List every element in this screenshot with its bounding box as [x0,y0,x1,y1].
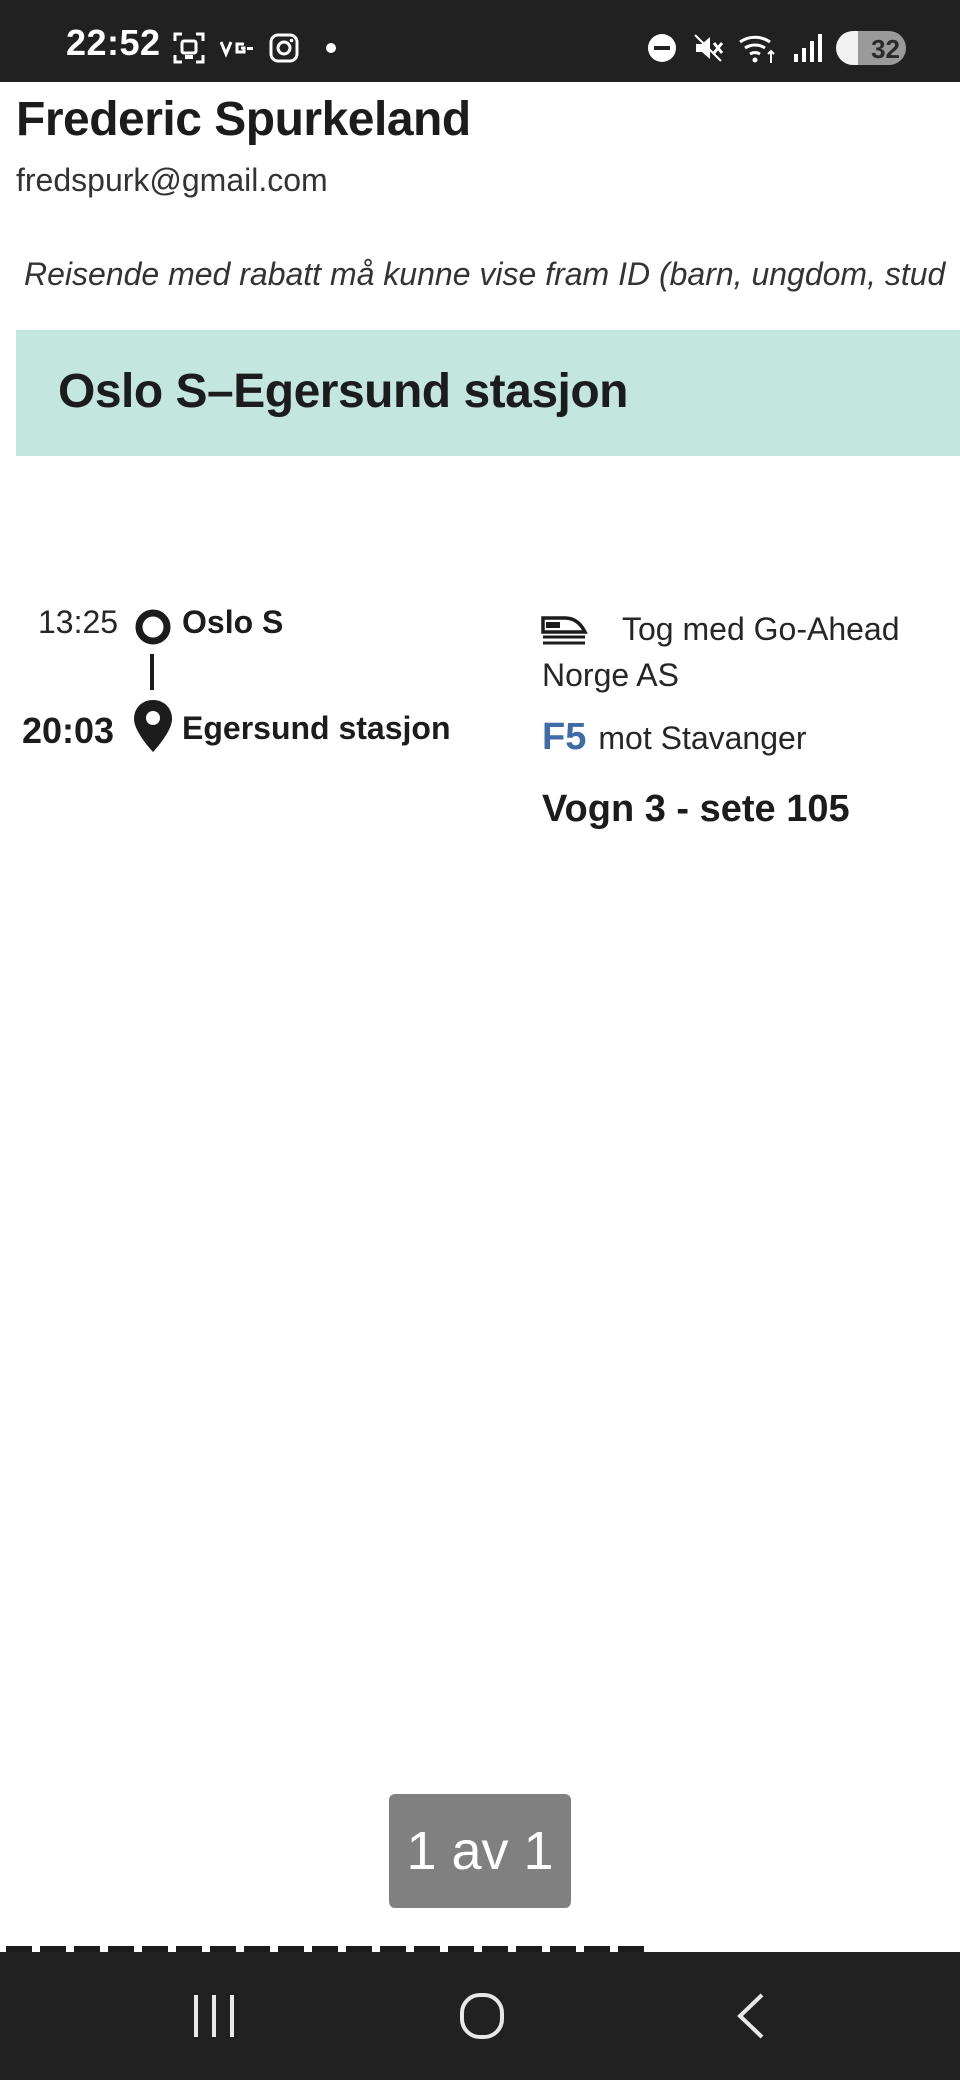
line-direction: mot Stavanger [598,720,807,756]
screenshot-icon [173,32,205,64]
notification-dot-icon [326,43,336,53]
arrival-time: 20:03 [22,710,115,751]
origin-station: Oslo S [182,604,284,640]
line-info: F5 mot Stavanger [542,716,806,759]
route-connector-line [150,654,154,690]
do-not-disturb-icon [648,34,676,62]
page-counter: 1 av 1 [389,1794,571,1908]
departure-time: 13:25 [38,604,119,640]
battery-icon: 32 [836,31,906,65]
discount-id-notice: Reisende med rabatt må kunne vise fram I… [24,256,946,292]
vg-icon [220,41,253,58]
wifi-icon [739,35,775,63]
origin-circle-icon [135,609,171,645]
system-nav-bar [0,1952,960,2080]
signal-icon [794,34,822,62]
seat-info: Vogn 3 - sete 105 [542,788,850,830]
instagram-icon [269,33,299,63]
status-time: 22:52 [66,22,161,63]
line-code: F5 [542,716,587,758]
destination-station: Egersund stasjon [182,710,451,746]
route-title: Oslo S–Egersund stasjon [58,365,628,418]
status-bar: 22:52 32 [0,0,960,82]
home-icon[interactable] [452,1986,512,2046]
mute-icon [694,34,724,62]
train-operator: Tog med Go-Ahead Norge AS [542,611,900,693]
passenger-email: fredspurk@gmail.com [16,162,328,198]
status-left-icons [172,30,348,66]
route-banner: Oslo S–Egersund stasjon [16,330,960,456]
back-icon[interactable] [722,1986,782,2046]
recents-icon[interactable] [184,1986,244,2046]
battery-level-text: 32 [871,34,900,64]
status-right-icons: 32 [646,28,906,68]
destination-pin-icon [134,700,172,752]
battery-fill [836,31,859,65]
passenger-name: Frederic Spurkeland [16,93,471,146]
